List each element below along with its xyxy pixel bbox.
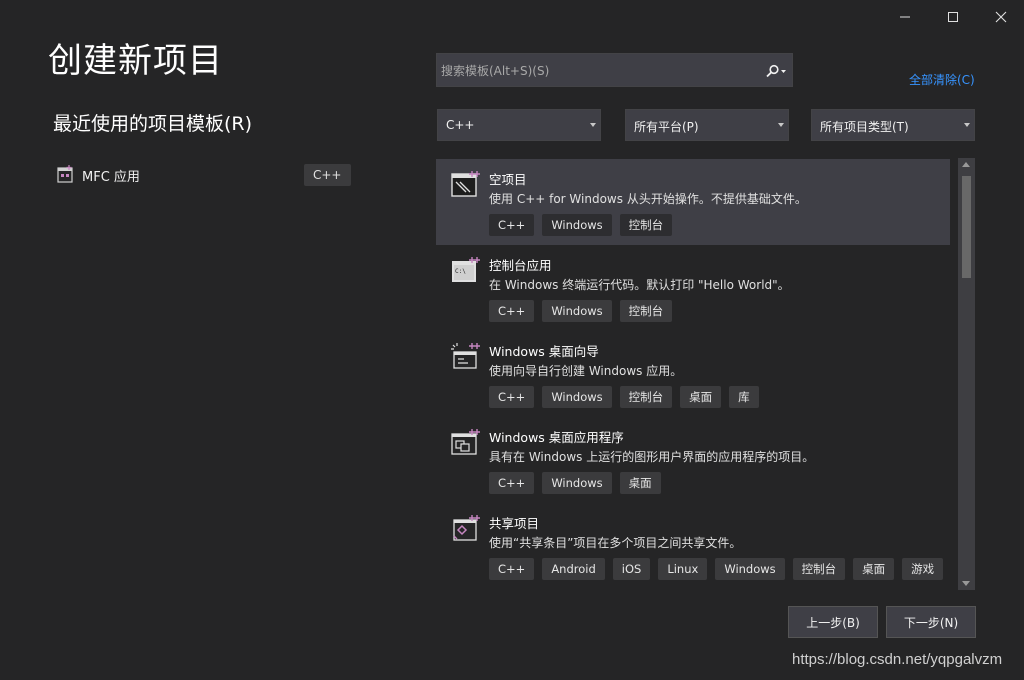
template-tags: C++ Windows 控制台 桌面 库 [489,386,767,408]
scroll-down-arrow-icon[interactable] [958,576,975,590]
template-name: Windows 桌面应用程序 [489,430,624,445]
template-console-app[interactable]: C:\ 控制台应用 在 Windows 终端运行代码。默认打印 "Hello W… [436,245,950,331]
language-filter-dropdown[interactable]: C++ [437,109,601,141]
template-shared-project[interactable]: 共享项目 使用“共享条目”项目在多个项目之间共享文件。 C++ Android … [436,503,950,588]
template-tag: iOS [612,558,651,580]
template-tag: 控制台 [792,558,846,580]
project-type-filter-value: 所有项目类型(T) [820,120,909,134]
language-filter-value: C++ [446,118,475,132]
search-icon [766,64,786,78]
close-icon [995,11,1007,23]
maximize-button[interactable] [930,4,976,30]
template-tags: C++ Windows 控制台 [489,214,680,236]
template-tag: C++ [489,300,535,322]
recent-templates-header: 最近使用的项目模板(R) [53,113,253,135]
template-tag: 控制台 [619,214,673,236]
template-empty-project[interactable]: 空项目 使用 C++ for Windows 从头开始操作。不提供基础文件。 C… [436,159,950,245]
maximize-icon [948,12,958,22]
close-button[interactable] [978,4,1024,30]
template-tag: Windows [542,472,612,494]
template-desktop-app[interactable]: Windows 桌面应用程序 具有在 Windows 上运行的图形用户界面的应用… [436,417,950,503]
template-description: 在 Windows 终端运行代码。默认打印 "Hello World"。 [489,278,790,292]
recent-item-label: MFC 应用 [82,169,140,185]
template-tag: Windows [542,386,612,408]
template-description: 使用向导自行创建 Windows 应用。 [489,364,683,378]
chevron-down-icon [778,123,784,127]
template-list-scrollbar[interactable] [958,158,975,590]
search-button[interactable] [761,60,791,82]
next-button[interactable]: 下一步(N) [886,606,976,638]
template-tag: 游戏 [902,558,944,580]
template-tag: Windows [715,558,785,580]
console-app-icon: C:\ [452,257,480,282]
watermark: https://blog.csdn.net/yqpgalvzm [792,651,1003,668]
template-tag: 控制台 [619,300,673,322]
template-name: 空项目 [489,172,527,187]
template-tag: C++ [489,472,535,494]
template-tag: Android [542,558,605,580]
project-type-filter-dropdown[interactable]: 所有项目类型(T) [811,109,975,141]
desktop-app-icon [451,429,480,455]
template-name: Windows 桌面向导 [489,344,599,359]
platform-filter-dropdown[interactable]: 所有平台(P) [625,109,789,141]
template-tag: C++ [489,558,535,580]
template-description: 具有在 Windows 上运行的图形用户界面的应用程序的项目。 [489,450,815,464]
chevron-down-icon [590,123,596,127]
template-tag: Windows [542,300,612,322]
template-tags: C++ Windows 桌面 [489,472,669,494]
minimize-icon [900,16,910,18]
template-tag: 桌面 [619,472,661,494]
template-tag: 桌面 [680,386,722,408]
template-desktop-wizard[interactable]: Windows 桌面向导 使用向导自行创建 Windows 应用。 C++ Wi… [436,331,950,417]
page-title: 创建新项目 [48,41,223,81]
recent-item-mfc-app[interactable]: MFC 应用 C++ [52,161,352,189]
recent-item-tag: C++ [304,164,351,186]
template-list: 空项目 使用 C++ for Windows 从头开始操作。不提供基础文件。 C… [436,158,952,588]
chevron-down-icon [964,123,970,127]
mfc-app-icon [57,165,73,183]
template-tag: Windows [542,214,612,236]
minimize-button[interactable] [882,4,928,30]
template-tags: C++ Android iOS Linux Windows 控制台 桌面 游戏 [489,558,951,580]
back-button[interactable]: 上一步(B) [788,606,878,638]
template-tag: Linux [658,558,708,580]
template-tag: 控制台 [619,386,673,408]
template-tags: C++ Windows 控制台 [489,300,680,322]
template-description: 使用“共享条目”项目在多个项目之间共享文件。 [489,536,742,550]
search-box [436,53,793,87]
template-description: 使用 C++ for Windows 从头开始操作。不提供基础文件。 [489,192,807,206]
template-name: 控制台应用 [489,258,552,273]
svg-text:C:\: C:\ [455,268,466,275]
desktop-wizard-icon [451,343,480,369]
template-tag: 库 [729,386,759,408]
template-tag: C++ [489,214,535,236]
clear-all-link[interactable]: 全部清除(C) [909,71,975,88]
shared-project-icon [453,515,480,541]
search-input[interactable] [441,60,751,82]
template-tag: C++ [489,386,535,408]
template-tag: 桌面 [853,558,895,580]
empty-project-icon [451,171,480,197]
template-name: 共享项目 [489,516,540,531]
scroll-up-arrow-icon[interactable] [958,158,975,172]
scroll-thumb[interactable] [962,176,971,278]
platform-filter-value: 所有平台(P) [634,120,699,134]
